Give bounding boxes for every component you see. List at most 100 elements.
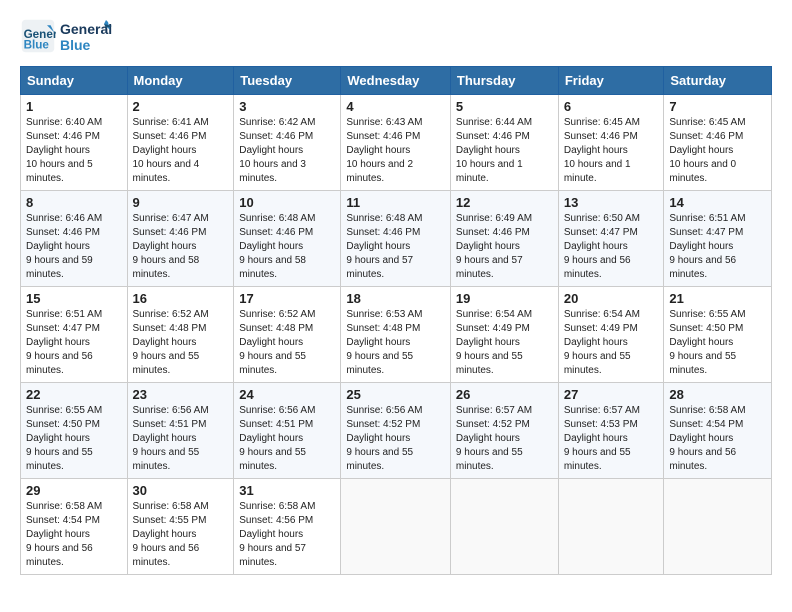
calendar-cell: 29 Sunrise: 6:58 AM Sunset: 4:54 PM Dayl… [21, 479, 128, 575]
day-number: 25 [346, 387, 445, 402]
day-info: Sunrise: 6:58 AM Sunset: 4:54 PM Dayligh… [26, 501, 102, 568]
day-info: Sunrise: 6:56 AM Sunset: 4:52 PM Dayligh… [346, 405, 422, 472]
calendar-cell: 28 Sunrise: 6:58 AM Sunset: 4:54 PM Dayl… [664, 383, 772, 479]
day-number: 10 [239, 195, 335, 210]
calendar-cell: 23 Sunrise: 6:56 AM Sunset: 4:51 PM Dayl… [127, 383, 234, 479]
calendar-cell: 30 Sunrise: 6:58 AM Sunset: 4:55 PM Dayl… [127, 479, 234, 575]
calendar-day-header: Thursday [450, 67, 558, 95]
calendar-cell: 10 Sunrise: 6:48 AM Sunset: 4:46 PM Dayl… [234, 191, 341, 287]
day-number: 29 [26, 483, 122, 498]
day-info: Sunrise: 6:40 AM Sunset: 4:46 PM Dayligh… [26, 117, 102, 184]
day-info: Sunrise: 6:58 AM Sunset: 4:55 PM Dayligh… [133, 501, 209, 568]
day-number: 8 [26, 195, 122, 210]
calendar-cell: 27 Sunrise: 6:57 AM Sunset: 4:53 PM Dayl… [558, 383, 664, 479]
day-number: 30 [133, 483, 229, 498]
logo-bird-icon: General Blue [60, 16, 112, 56]
calendar-cell: 20 Sunrise: 6:54 AM Sunset: 4:49 PM Dayl… [558, 287, 664, 383]
day-info: Sunrise: 6:45 AM Sunset: 4:46 PM Dayligh… [669, 117, 745, 184]
day-number: 22 [26, 387, 122, 402]
calendar-day-header: Sunday [21, 67, 128, 95]
day-number: 13 [564, 195, 659, 210]
day-number: 20 [564, 291, 659, 306]
calendar-cell: 18 Sunrise: 6:53 AM Sunset: 4:48 PM Dayl… [341, 287, 451, 383]
day-info: Sunrise: 6:45 AM Sunset: 4:46 PM Dayligh… [564, 117, 640, 184]
calendar-cell: 17 Sunrise: 6:52 AM Sunset: 4:48 PM Dayl… [234, 287, 341, 383]
calendar-week-row: 15 Sunrise: 6:51 AM Sunset: 4:47 PM Dayl… [21, 287, 772, 383]
day-number: 7 [669, 99, 766, 114]
day-info: Sunrise: 6:50 AM Sunset: 4:47 PM Dayligh… [564, 213, 640, 280]
day-info: Sunrise: 6:53 AM Sunset: 4:48 PM Dayligh… [346, 309, 422, 376]
day-number: 17 [239, 291, 335, 306]
calendar-week-row: 8 Sunrise: 6:46 AM Sunset: 4:46 PM Dayli… [21, 191, 772, 287]
calendar-cell: 19 Sunrise: 6:54 AM Sunset: 4:49 PM Dayl… [450, 287, 558, 383]
day-info: Sunrise: 6:52 AM Sunset: 4:48 PM Dayligh… [133, 309, 209, 376]
day-info: Sunrise: 6:47 AM Sunset: 4:46 PM Dayligh… [133, 213, 209, 280]
calendar-cell: 2 Sunrise: 6:41 AM Sunset: 4:46 PM Dayli… [127, 95, 234, 191]
day-info: Sunrise: 6:51 AM Sunset: 4:47 PM Dayligh… [26, 309, 102, 376]
day-number: 16 [133, 291, 229, 306]
day-number: 15 [26, 291, 122, 306]
day-info: Sunrise: 6:58 AM Sunset: 4:56 PM Dayligh… [239, 501, 315, 568]
calendar-table: SundayMondayTuesdayWednesdayThursdayFrid… [20, 66, 772, 575]
calendar-week-row: 22 Sunrise: 6:55 AM Sunset: 4:50 PM Dayl… [21, 383, 772, 479]
calendar-day-header: Wednesday [341, 67, 451, 95]
day-number: 24 [239, 387, 335, 402]
day-info: Sunrise: 6:54 AM Sunset: 4:49 PM Dayligh… [456, 309, 532, 376]
day-info: Sunrise: 6:46 AM Sunset: 4:46 PM Dayligh… [26, 213, 102, 280]
calendar-cell: 26 Sunrise: 6:57 AM Sunset: 4:52 PM Dayl… [450, 383, 558, 479]
calendar-cell [341, 479, 451, 575]
calendar-cell: 7 Sunrise: 6:45 AM Sunset: 4:46 PM Dayli… [664, 95, 772, 191]
calendar-cell: 13 Sunrise: 6:50 AM Sunset: 4:47 PM Dayl… [558, 191, 664, 287]
day-info: Sunrise: 6:51 AM Sunset: 4:47 PM Dayligh… [669, 213, 745, 280]
day-number: 27 [564, 387, 659, 402]
calendar-cell: 11 Sunrise: 6:48 AM Sunset: 4:46 PM Dayl… [341, 191, 451, 287]
calendar-header-row: SundayMondayTuesdayWednesdayThursdayFrid… [21, 67, 772, 95]
calendar-cell: 14 Sunrise: 6:51 AM Sunset: 4:47 PM Dayl… [664, 191, 772, 287]
day-info: Sunrise: 6:56 AM Sunset: 4:51 PM Dayligh… [133, 405, 209, 472]
day-info: Sunrise: 6:58 AM Sunset: 4:54 PM Dayligh… [669, 405, 745, 472]
calendar-cell: 1 Sunrise: 6:40 AM Sunset: 4:46 PM Dayli… [21, 95, 128, 191]
day-number: 31 [239, 483, 335, 498]
calendar-week-row: 1 Sunrise: 6:40 AM Sunset: 4:46 PM Dayli… [21, 95, 772, 191]
day-number: 3 [239, 99, 335, 114]
logo-icon: General Blue [20, 18, 56, 54]
day-info: Sunrise: 6:55 AM Sunset: 4:50 PM Dayligh… [26, 405, 102, 472]
day-number: 26 [456, 387, 553, 402]
day-number: 12 [456, 195, 553, 210]
calendar-cell: 4 Sunrise: 6:43 AM Sunset: 4:46 PM Dayli… [341, 95, 451, 191]
day-number: 5 [456, 99, 553, 114]
calendar-cell: 5 Sunrise: 6:44 AM Sunset: 4:46 PM Dayli… [450, 95, 558, 191]
calendar-day-header: Saturday [664, 67, 772, 95]
calendar-cell: 8 Sunrise: 6:46 AM Sunset: 4:46 PM Dayli… [21, 191, 128, 287]
day-info: Sunrise: 6:57 AM Sunset: 4:53 PM Dayligh… [564, 405, 640, 472]
calendar-cell: 25 Sunrise: 6:56 AM Sunset: 4:52 PM Dayl… [341, 383, 451, 479]
day-number: 1 [26, 99, 122, 114]
day-number: 6 [564, 99, 659, 114]
svg-text:General: General [60, 21, 112, 37]
day-info: Sunrise: 6:48 AM Sunset: 4:46 PM Dayligh… [346, 213, 422, 280]
day-number: 21 [669, 291, 766, 306]
day-number: 9 [133, 195, 229, 210]
calendar-cell: 9 Sunrise: 6:47 AM Sunset: 4:46 PM Dayli… [127, 191, 234, 287]
calendar-cell: 22 Sunrise: 6:55 AM Sunset: 4:50 PM Dayl… [21, 383, 128, 479]
calendar-cell: 21 Sunrise: 6:55 AM Sunset: 4:50 PM Dayl… [664, 287, 772, 383]
calendar-cell: 3 Sunrise: 6:42 AM Sunset: 4:46 PM Dayli… [234, 95, 341, 191]
day-number: 4 [346, 99, 445, 114]
day-info: Sunrise: 6:48 AM Sunset: 4:46 PM Dayligh… [239, 213, 315, 280]
calendar-day-header: Friday [558, 67, 664, 95]
page: General Blue General Blue [0, 0, 792, 595]
calendar-cell [450, 479, 558, 575]
day-info: Sunrise: 6:55 AM Sunset: 4:50 PM Dayligh… [669, 309, 745, 376]
day-number: 28 [669, 387, 766, 402]
day-number: 23 [133, 387, 229, 402]
svg-text:Blue: Blue [24, 39, 50, 52]
day-info: Sunrise: 6:49 AM Sunset: 4:46 PM Dayligh… [456, 213, 532, 280]
day-info: Sunrise: 6:56 AM Sunset: 4:51 PM Dayligh… [239, 405, 315, 472]
day-number: 2 [133, 99, 229, 114]
calendar-cell: 15 Sunrise: 6:51 AM Sunset: 4:47 PM Dayl… [21, 287, 128, 383]
day-info: Sunrise: 6:43 AM Sunset: 4:46 PM Dayligh… [346, 117, 422, 184]
header: General Blue General Blue [20, 16, 772, 56]
svg-text:Blue: Blue [60, 37, 91, 53]
calendar-day-header: Monday [127, 67, 234, 95]
calendar-cell: 16 Sunrise: 6:52 AM Sunset: 4:48 PM Dayl… [127, 287, 234, 383]
